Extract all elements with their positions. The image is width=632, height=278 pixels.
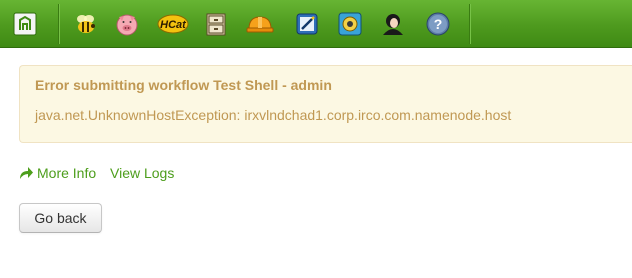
alert-message: java.net.UnknownHostException: irxvlndch… [35,107,512,123]
top-navbar: HCat ? [0,0,632,48]
nav-separator [469,4,470,44]
oozie-editor-icon[interactable] [292,9,322,39]
alert-title: Error submitting workflow Test Shell - a… [35,77,332,93]
user-admin-icon[interactable] [378,9,408,39]
hcat-icon[interactable]: HCat [157,9,189,39]
job-designer-hardhat-icon[interactable] [245,9,275,39]
svg-text:?: ? [434,16,443,32]
more-info-link[interactable]: More Info [37,165,96,181]
file-browser-icon[interactable] [201,9,231,39]
job-browser-icon[interactable] [335,9,365,39]
go-back-button[interactable]: Go back [19,203,102,233]
help-icon[interactable]: ? [423,9,453,39]
share-arrow-icon [19,166,34,183]
error-alert: Error submitting workflow Test Shell - a… [19,65,632,143]
beeswax-bee-icon[interactable] [71,9,101,39]
hue-home-icon[interactable] [10,9,40,39]
view-logs-link[interactable]: View Logs [110,165,174,181]
nav-separator [58,4,59,44]
pig-icon[interactable] [112,9,142,39]
hcat-label: HCat [160,19,187,31]
